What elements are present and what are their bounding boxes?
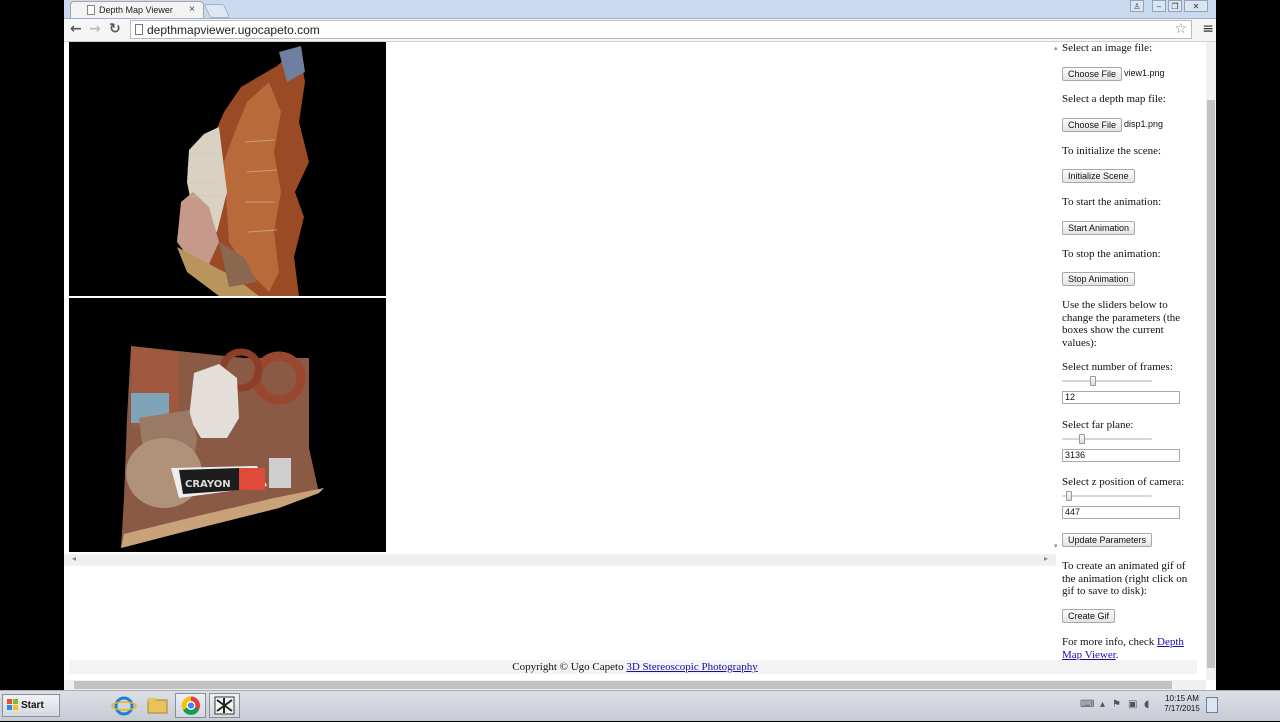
initialize-scene-button[interactable]: Initialize Scene (1062, 169, 1135, 183)
slider-track (1062, 438, 1152, 440)
browser-tab[interactable]: Depth Map Viewer × (70, 1, 204, 18)
network-icon[interactable]: ▣ (1128, 699, 1137, 710)
show-hidden-icons[interactable]: ▴ (1100, 699, 1105, 710)
start-button[interactable]: Start (2, 694, 60, 717)
start-label: Start (21, 700, 44, 711)
select-depth-label: Select a depth map file: (1062, 93, 1166, 105)
action-center-icon[interactable]: ⚑ (1112, 699, 1121, 710)
far-plane-slider[interactable] (1062, 434, 1152, 444)
bookmark-star-icon[interactable]: ☆ (1174, 21, 1187, 37)
slider-thumb[interactable] (1090, 376, 1096, 386)
depth-file-name: disp1.png (1124, 119, 1164, 129)
stop-label: To stop the animation: (1062, 248, 1161, 260)
close-tab-icon[interactable]: × (189, 4, 195, 15)
screen: Depth Map Viewer × ♙ – ❐ ✕ ← → ↻ depthma… (0, 0, 1280, 721)
reload-button[interactable]: ↻ (109, 21, 121, 37)
page-icon (135, 24, 143, 35)
start-label: To start the animation: (1062, 196, 1162, 208)
frame-vertical-scrollbar[interactable]: ▴ ▾ (1054, 42, 1062, 554)
internet-explorer-icon[interactable] (108, 693, 139, 718)
page-icon (87, 5, 95, 15)
image-file-name: view1.png (1124, 68, 1165, 78)
update-parameters-button[interactable]: Update Parameters (1062, 533, 1153, 547)
more-info-prefix: For more info, check (1062, 636, 1157, 648)
page-vertical-scrollbar[interactable] (1206, 42, 1216, 680)
page-viewport: CRAYON ◂ ▸ ▴ ▾ Select an image file: Cho… (64, 42, 1206, 680)
back-button[interactable]: ← (70, 21, 82, 37)
show-desktop-button[interactable] (1206, 697, 1218, 713)
depth-view-side (69, 42, 386, 296)
gif-label: To create an animated gif of the animati… (1062, 560, 1188, 597)
more-info-text: For more info, check Depth Map Viewer. (1062, 636, 1190, 661)
file-explorer-icon[interactable] (142, 693, 173, 718)
camera-z-value-box[interactable]: 447 (1062, 506, 1180, 519)
new-tab-button[interactable] (203, 4, 231, 18)
taskbar: Start ⌨ ▴ ⚑ ▣ ◖ 10:15 AM 7/17/2015 (0, 690, 1280, 721)
clock-date: 7/17/2015 (1164, 704, 1200, 713)
frames-value-box[interactable]: 12 (1062, 391, 1180, 404)
camera-z-label: Select z position of camera: (1062, 476, 1185, 488)
volume-icon[interactable]: ◖ (1144, 699, 1149, 710)
restore-button[interactable]: ❐ (1168, 0, 1182, 12)
far-plane-value-box[interactable]: 3136 (1062, 449, 1180, 462)
viewer-frame: CRAYON ◂ ▸ (64, 42, 1056, 566)
letterbox-left (0, 0, 64, 690)
more-info-suffix: . (1115, 648, 1119, 661)
title-bar: Depth Map Viewer × ♙ – ❐ ✕ (64, 0, 1216, 19)
stop-animation-button[interactable]: Stop Animation (1062, 272, 1135, 286)
create-gif-button[interactable]: Create Gif (1062, 609, 1116, 623)
windows-logo-icon (7, 699, 18, 710)
footer: Copyright © Ugo Capeto 3D Stereoscopic P… (64, 661, 1206, 673)
chrome-icon[interactable] (175, 693, 206, 718)
start-animation-button[interactable]: Start Animation (1062, 221, 1136, 235)
url-text: depthmapviewer.ugocapeto.com (147, 23, 320, 37)
clock[interactable]: 10:15 AM 7/17/2015 (1160, 694, 1204, 714)
sliders-intro: Use the sliders below to change the para… (1062, 299, 1181, 349)
scroll-down-arrow[interactable]: ▾ (1054, 542, 1058, 550)
scrollbar-thumb[interactable] (74, 681, 1172, 689)
init-label: To initialize the scene: (1062, 145, 1162, 157)
app-icon[interactable] (209, 693, 240, 718)
scroll-left-arrow[interactable]: ◂ (72, 554, 76, 563)
user-icon[interactable]: ♙ (1130, 0, 1144, 12)
slider-track (1062, 495, 1152, 497)
page-horizontal-scrollbar[interactable] (64, 680, 1206, 690)
choose-depth-file-button[interactable]: Choose File (1062, 118, 1123, 132)
choose-image-file-button[interactable]: Choose File (1062, 67, 1123, 81)
forward-button[interactable]: → (89, 21, 101, 37)
crayon-label: CRAYON (185, 479, 231, 490)
frame-horizontal-scrollbar[interactable]: ◂ ▸ (64, 554, 1056, 566)
frames-slider[interactable] (1062, 376, 1152, 386)
slider-thumb[interactable] (1066, 491, 1072, 501)
tab-title: Depth Map Viewer (99, 5, 173, 15)
browser-window: Depth Map Viewer × ♙ – ❐ ✕ ← → ↻ depthma… (64, 0, 1216, 690)
select-image-label: Select an image file: (1062, 42, 1153, 54)
scrollbar-thumb[interactable] (1207, 100, 1215, 668)
toolbar: ← → ↻ depthmapviewer.ugocapeto.com ☆ ≡ (64, 19, 1216, 42)
slider-track (1062, 380, 1152, 382)
depth-view-front: CRAYON (69, 298, 386, 552)
address-bar[interactable]: depthmapviewer.ugocapeto.com ☆ (130, 20, 1192, 39)
scroll-right-arrow[interactable]: ▸ (1044, 554, 1048, 563)
scroll-up-arrow[interactable]: ▴ (1054, 44, 1058, 52)
minimize-button[interactable]: – (1152, 0, 1166, 12)
close-window-button[interactable]: ✕ (1184, 0, 1208, 12)
slider-thumb[interactable] (1079, 434, 1085, 444)
clock-time: 10:15 AM (1165, 694, 1199, 703)
stereoscopic-photography-link[interactable]: 3D Stereoscopic Photography (626, 661, 757, 673)
copyright-text: Copyright © Ugo Capeto (512, 661, 627, 673)
letterbox-right (1216, 0, 1280, 690)
far-plane-label: Select far plane: (1062, 419, 1134, 431)
keyboard-icon[interactable]: ⌨ (1080, 699, 1094, 710)
frames-label: Select number of frames: (1062, 361, 1173, 373)
camera-z-slider[interactable] (1062, 491, 1152, 501)
menu-icon[interactable]: ≡ (1202, 21, 1214, 37)
